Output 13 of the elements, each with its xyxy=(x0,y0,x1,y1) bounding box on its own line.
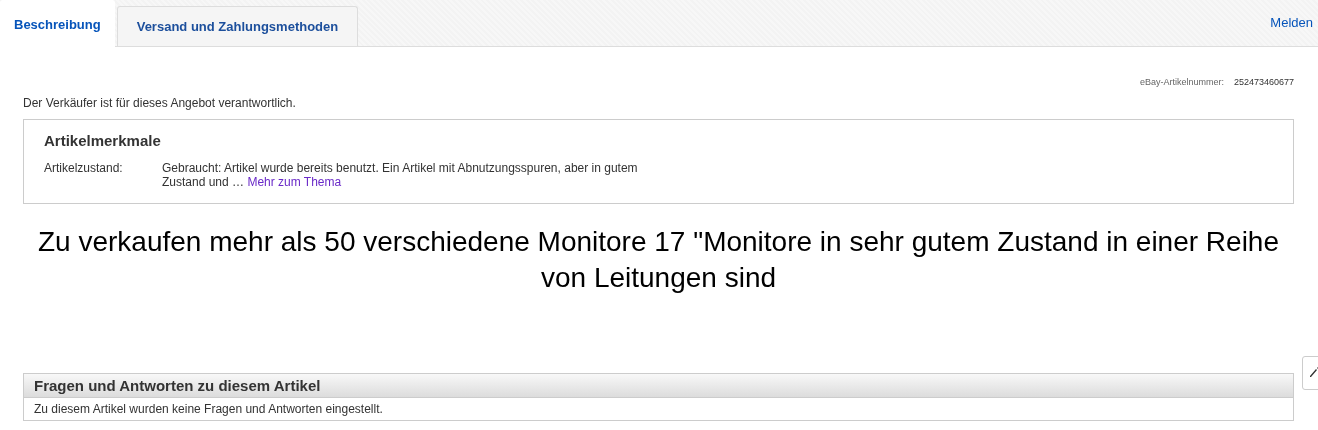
more-link[interactable]: Mehr zum Thema xyxy=(247,175,342,189)
responsibility-note: Der Verkäufer ist für dieses Angebot verantwortlich. xyxy=(23,96,297,110)
tab[interactable]: Beschreibung xyxy=(0,0,115,47)
tab[interactable]: Versand und Zahlungsmethoden xyxy=(116,6,359,46)
item-number: 252473460677 xyxy=(1233,77,1294,87)
report-link[interactable]: Melden xyxy=(1270,14,1313,30)
panel-title: Artikelmerkmale xyxy=(44,132,162,149)
attribute-label: Artikelzustand: xyxy=(44,161,124,177)
description-text: Zu verkaufen mehr als 50 verschiedene Monitore 17 "Monitore in sehr gutem Zustand in einer Reihe von Leitungen sind xyxy=(36,225,1280,295)
item-number-label: eBay-Artikelnummer: xyxy=(1139,77,1224,87)
questions-message: Zu diesem Artikel wurden keine Fragen und Antworten eingestellt. xyxy=(24,398,1293,421)
panel-header: Fragen und Antworten zu diesem Artikel xyxy=(24,374,1293,398)
attribute-value: Gebraucht: Artikel wurde bereits benutzt. Ein Artikel mit Abnutzungsspuren, aber in gutem Zustand und … Mehr zum Thema xyxy=(162,161,639,189)
